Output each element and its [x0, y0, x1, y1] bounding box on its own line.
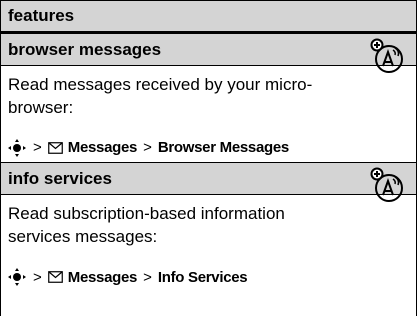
envelope-icon [47, 271, 63, 283]
section-description: Read messages received by your micro-bro… [8, 75, 313, 117]
menu-item-info-services: Info Services [157, 268, 248, 286]
section-title-row: browser messages [1, 34, 416, 66]
nav-key-icon [8, 138, 26, 157]
section-title: browser messages [8, 39, 162, 59]
path-separator: > [33, 268, 42, 286]
menu-path: > Messages > Browser Messages [1, 133, 416, 163]
table-header: features [1, 1, 416, 34]
envelope-icon [47, 141, 63, 154]
menu-item-browser-messages: Browser Messages [157, 139, 289, 156]
section-browser-messages: browser messages Read messages received … [1, 34, 416, 163]
header-title: features [8, 6, 75, 25]
network-antenna-icon [370, 167, 403, 202]
features-table: features browser messages Read messages … [0, 0, 417, 316]
section-description: Read subscription-based information serv… [8, 204, 285, 246]
network-antenna-icon [370, 38, 403, 73]
menu-item-messages: Messages [67, 139, 138, 156]
section-title: info services [8, 168, 112, 188]
section-info-services: info services Read subscription-based in… [1, 163, 416, 292]
path-separator: > [33, 139, 42, 156]
path-separator: > [143, 268, 152, 286]
menu-path: > Messages > Info Services [1, 262, 416, 292]
section-title-row: info services [1, 163, 416, 195]
nav-key-icon [8, 268, 26, 286]
path-separator: > [143, 139, 152, 156]
menu-item-messages: Messages [67, 268, 138, 286]
